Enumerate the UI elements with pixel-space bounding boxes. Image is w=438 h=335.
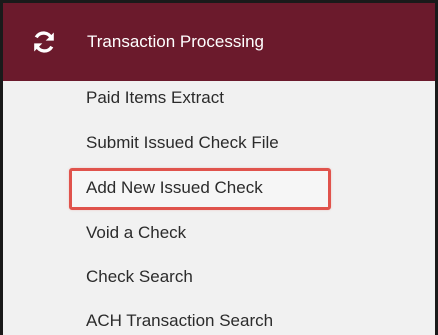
- menu-header-title: Transaction Processing: [87, 32, 265, 51]
- menu-item-add-new-issued-check[interactable]: Add New Issued Check: [86, 178, 263, 198]
- menu-item-void-a-check[interactable]: Void a Check: [86, 223, 186, 243]
- menu-item-submit-issued-check-file[interactable]: Submit Issued Check File: [86, 133, 279, 153]
- menu-item-ach-transaction-search[interactable]: ACH Transaction Search: [86, 311, 273, 331]
- menu-item-check-search[interactable]: Check Search: [86, 267, 193, 287]
- menu-item-paid-items-extract[interactable]: Paid Items Extract: [86, 88, 224, 108]
- menu-panel: Transaction Processing Paid Items Extrac…: [0, 0, 438, 335]
- menu-header-transaction-processing[interactable]: Transaction Processing: [3, 3, 435, 81]
- refresh-icon: [31, 29, 57, 55]
